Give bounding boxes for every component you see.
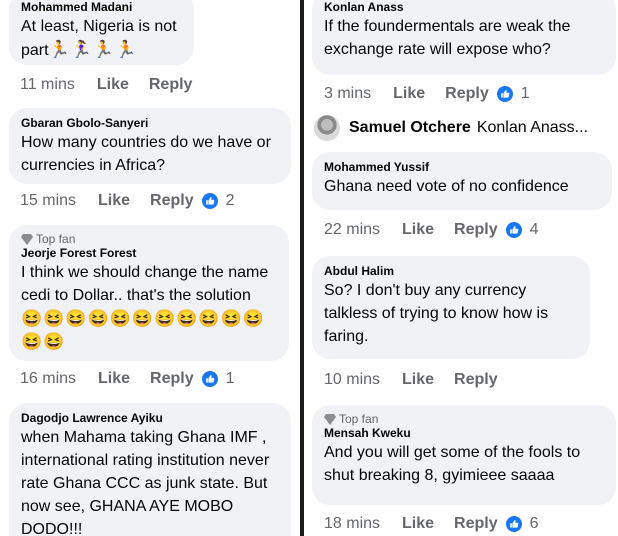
like-button[interactable]: Like [402, 515, 434, 533]
laughing-emoji: 😆😆 [21, 332, 66, 351]
comment-bubble: Abdul Halim So? I don't buy any currency… [312, 256, 590, 359]
like-button[interactable]: Like [98, 192, 130, 210]
comment-text: At least, Nigeria is not part🏃🏃‍♀️🏃🏃 [21, 15, 182, 62]
reply-button[interactable]: Reply [454, 515, 498, 533]
reply-button[interactable]: Reply [149, 76, 193, 94]
like-button[interactable]: Like [98, 370, 130, 388]
like-button[interactable]: Like [402, 371, 434, 389]
comment-text: when Mahama taking Ghana IMF , internati… [21, 429, 270, 536]
comment-time[interactable]: 22 mins [324, 221, 380, 239]
top-fan-label: Top fan [339, 412, 379, 426]
comment-time[interactable]: 10 mins [324, 371, 380, 389]
comment-actions: 16 mins Like Reply 1 [20, 370, 235, 388]
comment-actions: 3 mins Like Reply 1 [324, 85, 530, 103]
comment-bubble: Mohammed Madani At least, Nigeria is not… [9, 0, 194, 65]
comment-bubble: Dagodjo Lawrence Ayiku when Mahama takin… [9, 403, 291, 536]
top-fan-label: Top fan [36, 232, 76, 246]
comment-text: I think we should change the name cedi t… [21, 264, 269, 304]
left-comments-column: Mohammed Madani At least, Nigeria is not… [0, 0, 300, 536]
like-button[interactable]: Like [97, 76, 129, 94]
comment-actions: 10 mins Like Reply [324, 371, 506, 389]
commenter-name[interactable]: Gbaran Gbolo-Sanyeri [21, 116, 279, 131]
like-button[interactable]: Like [393, 85, 425, 103]
reply-preview-row[interactable]: Samuel Otchere Konlan Anass... [314, 115, 618, 141]
diamond-icon [21, 233, 33, 245]
like-reaction-icon[interactable] [505, 516, 522, 532]
reply-button[interactable]: Reply [150, 370, 194, 388]
comment-actions: 15 mins Like Reply 2 [20, 192, 235, 210]
reply-button[interactable]: Reply [445, 85, 489, 103]
comment-actions: 22 mins Like Reply 4 [324, 221, 539, 239]
comment-time[interactable]: 11 mins [20, 76, 75, 94]
running-emoji: 🏃🏃‍♀️🏃🏃 [48, 40, 138, 59]
laughing-emoji: 😆😆😆😆😆😆😆😆😆😆😆 [21, 309, 265, 328]
like-reaction-icon[interactable] [201, 371, 218, 387]
like-reaction-icon[interactable] [496, 86, 513, 102]
comment-text: Ghana need vote of no confidence [324, 178, 569, 195]
comment-actions: 18 mins Like Reply 6 [324, 515, 539, 533]
commenter-name[interactable]: Abdul Halim [324, 264, 578, 279]
comment-bubble: Konlan Anass If the foundermentals are w… [312, 0, 616, 75]
comment-bubble: Mohammed Yussif Ghana need vote of no co… [312, 152, 612, 210]
reaction-count[interactable]: 6 [530, 515, 539, 533]
like-reaction-icon[interactable] [505, 222, 522, 238]
commenter-name[interactable]: Dagodjo Lawrence Ayiku [21, 411, 279, 426]
comment-bubble: Gbaran Gbolo-Sanyeri How many countries … [9, 108, 291, 184]
reply-button[interactable]: Reply [454, 221, 498, 239]
reaction-count[interactable]: 4 [530, 221, 539, 239]
reaction-count[interactable]: 2 [226, 192, 235, 210]
comment-time[interactable]: 18 mins [324, 515, 380, 533]
reaction-count[interactable]: 1 [521, 85, 530, 103]
reply-button[interactable]: Reply [150, 192, 194, 210]
commenter-name[interactable]: Jeorje Forest Forest [21, 246, 277, 261]
diamond-icon [324, 413, 336, 425]
top-fan-badge: Top fan [324, 412, 604, 426]
top-fan-badge: Top fan [21, 232, 277, 246]
like-button[interactable]: Like [402, 221, 434, 239]
commenter-name[interactable]: Mensah Kweku [324, 426, 604, 441]
avatar[interactable] [314, 115, 340, 141]
comment-bubble: Top fan Mensah Kweku And you will get so… [312, 405, 616, 505]
comment-time[interactable]: 15 mins [20, 192, 76, 210]
like-reaction-icon[interactable] [201, 193, 218, 209]
right-comments-column: Konlan Anass If the foundermentals are w… [304, 0, 618, 536]
comment-text: How many countries do we have or currenc… [21, 134, 271, 174]
commenter-name[interactable]: Mohammed Madani [21, 0, 182, 15]
reply-preview-text[interactable]: Konlan Anass... [477, 119, 588, 137]
reply-author[interactable]: Samuel Otchere [349, 119, 471, 137]
comment-text: And you will get some of the fools to sh… [324, 444, 581, 484]
comment-bubble: Top fan Jeorje Forest Forest I think we … [9, 225, 289, 361]
reply-button[interactable]: Reply [454, 371, 498, 389]
commenter-name[interactable]: Mohammed Yussif [324, 160, 600, 175]
comment-time[interactable]: 16 mins [20, 370, 76, 388]
comment-time[interactable]: 3 mins [324, 85, 371, 103]
comment-text: So? I don't buy any currency talkless of… [324, 282, 549, 345]
reaction-count[interactable]: 1 [226, 370, 235, 388]
comment-text: If the foundermentals are weak the excha… [324, 18, 571, 58]
commenter-name[interactable]: Konlan Anass [324, 0, 604, 15]
comment-actions: 11 mins Like Reply [20, 76, 200, 94]
